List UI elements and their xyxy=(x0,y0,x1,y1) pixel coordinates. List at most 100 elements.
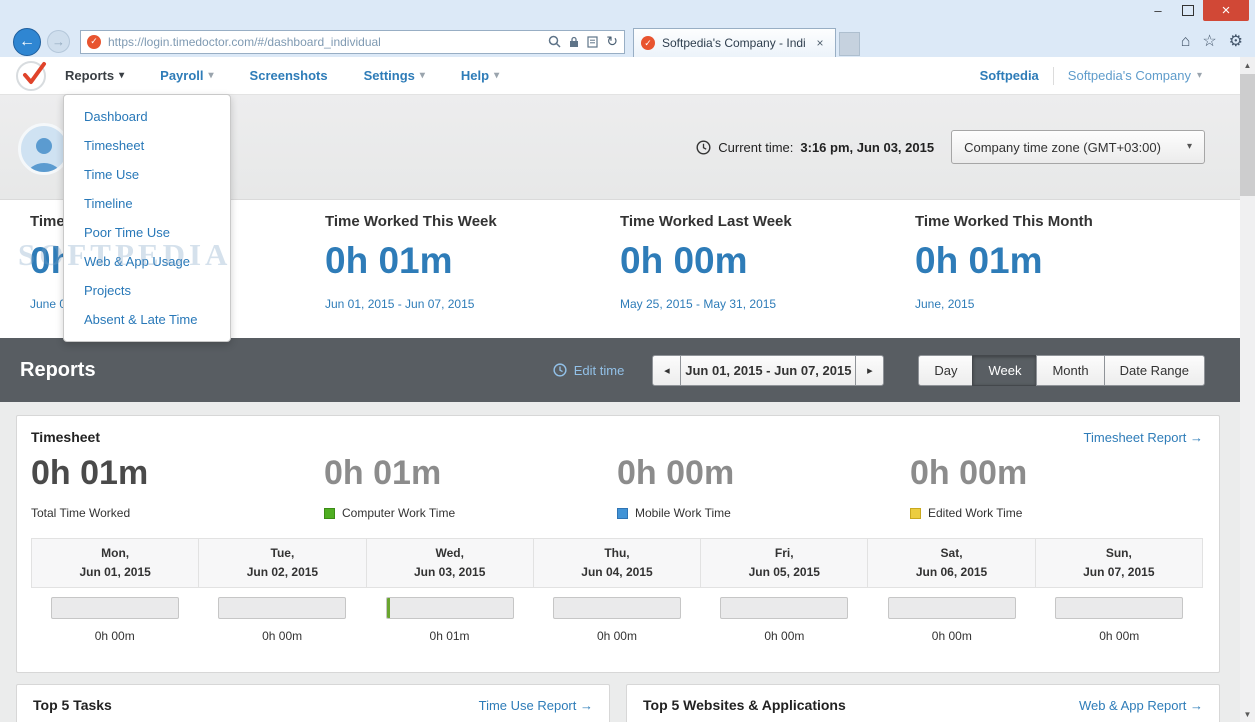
next-period-button[interactable]: ▸ xyxy=(855,354,885,386)
view-day-button[interactable]: Day xyxy=(918,354,974,386)
address-bar[interactable]: ✓ https://login.timedoctor.com/#/dashboa… xyxy=(80,29,625,54)
settings-gear-icon[interactable]: ⚙ xyxy=(1229,33,1243,50)
window-controls: – × xyxy=(1143,0,1249,21)
account-name[interactable]: Softpedia xyxy=(980,68,1039,83)
time-use-report-link[interactable]: Time Use Report → xyxy=(479,698,593,713)
maximize-button[interactable] xyxy=(1173,0,1203,21)
day-bar-fill xyxy=(386,598,391,618)
timedoctor-logo[interactable] xyxy=(16,60,46,91)
nav-divider xyxy=(1052,66,1054,85)
date-navigation: ◂ Jun 01, 2015 - Jun 07, 2015 ▸ xyxy=(652,354,885,386)
date-range-label[interactable]: Jun 01, 2015 - Jun 07, 2015 xyxy=(680,354,857,386)
company-selector[interactable]: Softpedia's Company ▾ xyxy=(1068,68,1202,83)
menu-reports[interactable]: Reports ▾ xyxy=(65,68,124,83)
browser-toolbar: ← → ✓ https://login.timedoctor.com/#/das… xyxy=(0,26,1255,57)
mobile-time-legend-icon xyxy=(617,507,628,519)
menu-item-dashboard[interactable]: Dashboard xyxy=(64,102,230,131)
reports-toolbar: Reports Edit time ◂ Jun 01, 2015 - Jun 0… xyxy=(0,338,1240,402)
summary-label: Computer Work Time xyxy=(324,506,617,520)
web-app-report-link[interactable]: Web & App Report → xyxy=(1079,698,1203,713)
scrollbar-thumb[interactable] xyxy=(1240,74,1255,196)
timesheet-day-bars xyxy=(31,597,1203,619)
menu-item-timesheet[interactable]: Timesheet xyxy=(64,131,230,160)
menu-payroll[interactable]: Payroll ▾ xyxy=(160,68,213,83)
home-icon[interactable]: ⌂ xyxy=(1181,33,1191,50)
forward-button[interactable]: → xyxy=(47,30,70,53)
day-date: Jun 07, 2015 xyxy=(1083,565,1155,579)
summary-label: Total Time Worked xyxy=(31,506,324,520)
day-bar xyxy=(552,597,681,619)
menu-screenshots[interactable]: Screenshots xyxy=(250,68,328,83)
browser-tab[interactable]: ✓ Softpedia's Company - Indi... × xyxy=(633,28,836,57)
menu-item-absent-late-time[interactable]: Absent & Late Time xyxy=(64,305,230,334)
tab-close-button[interactable]: × xyxy=(812,35,828,51)
new-tab-button[interactable] xyxy=(839,32,860,56)
scroll-up-arrow[interactable]: ▲ xyxy=(1240,57,1255,73)
caret-down-icon: ▾ xyxy=(208,69,214,81)
menu-item-poor-time-use[interactable]: Poor Time Use xyxy=(64,218,230,247)
day-header: Sun, Jun 07, 2015 xyxy=(1034,538,1203,588)
day-bar xyxy=(218,597,347,619)
address-bar-icons: ↻ xyxy=(548,33,618,50)
menu-help[interactable]: Help ▾ xyxy=(461,68,499,83)
stat-time-worked-this-week: Time Worked This Week 0h 01m Jun 01, 201… xyxy=(325,200,620,338)
day-name: Thu, xyxy=(604,546,630,561)
view-date-range-button[interactable]: Date Range xyxy=(1103,354,1205,386)
caret-down-icon: ▾ xyxy=(119,69,125,81)
stat-time-worked-this-month: Time Worked This Month 0h 01m June, 2015 xyxy=(915,200,1210,338)
timesheet-report-link[interactable]: Timesheet Report → xyxy=(1084,430,1203,445)
menu-item-projects[interactable]: Projects xyxy=(64,276,230,305)
minimize-button[interactable]: – xyxy=(1143,0,1173,21)
lock-icon[interactable] xyxy=(569,36,579,48)
caret-down-icon: ▾ xyxy=(419,69,425,81)
day-value: 0h 00m xyxy=(764,629,805,643)
summary-value: 0h 00m xyxy=(910,454,1028,492)
top-websites-title: Top 5 Websites & Applications xyxy=(643,697,846,713)
scroll-down-arrow[interactable]: ▼ xyxy=(1240,706,1255,722)
close-button[interactable]: × xyxy=(1203,0,1249,21)
day-value: 0h 00m xyxy=(262,629,303,643)
compatibility-view-icon[interactable] xyxy=(587,35,598,48)
summary-value: 0h 01m xyxy=(324,454,442,492)
summary-value: 0h 00m xyxy=(617,454,735,492)
tab-title: Softpedia's Company - Indi... xyxy=(662,36,806,50)
company-name: Softpedia's Company xyxy=(1067,68,1191,83)
day-date: Jun 03, 2015 xyxy=(414,565,486,579)
caret-down-icon: ▾ xyxy=(494,69,500,81)
menu-item-time-use[interactable]: Time Use xyxy=(64,160,230,189)
summary-value: 0h 01m xyxy=(31,454,149,492)
timesheet-panel-header: Timesheet Timesheet Report → xyxy=(31,429,1203,445)
stat-period: May 25, 2015 - May 31, 2015 xyxy=(620,297,777,311)
day-bar xyxy=(1055,597,1184,619)
stat-title: Time Worked This Month xyxy=(915,213,1093,230)
edit-time-link[interactable]: Edit time xyxy=(553,363,624,378)
timesheet-summary: 0h 01m Total Time Worked 0h 01m Computer… xyxy=(31,454,1203,520)
current-time: Current time: 3:16 pm, Jun 03, 2015 xyxy=(696,140,934,155)
menu-item-timeline[interactable]: Timeline xyxy=(64,189,230,218)
day-bar-cell xyxy=(366,597,533,619)
summary-label-text: Edited Work Time xyxy=(928,506,1023,520)
day-name: Fri, xyxy=(774,546,794,561)
summary-label-text: Computer Work Time xyxy=(342,506,456,520)
day-header: Fri, Jun 05, 2015 xyxy=(700,538,869,588)
back-button[interactable]: ← xyxy=(13,27,41,56)
person-icon xyxy=(27,138,61,172)
content-area: Timesheet Timesheet Report → 0h 01m Tota… xyxy=(0,402,1240,722)
logo-check-icon xyxy=(23,61,46,84)
prev-period-button[interactable]: ◂ xyxy=(652,354,682,386)
menu-item-web-app-usage[interactable]: Web & App Usage xyxy=(64,247,230,276)
view-month-button[interactable]: Month xyxy=(1036,354,1105,386)
summary-label-text: Total Time Worked xyxy=(31,506,131,520)
search-icon[interactable] xyxy=(548,35,561,48)
page-scrollbar[interactable]: ▲ ▼ xyxy=(1240,57,1255,722)
current-time-label: Current time: xyxy=(718,139,794,155)
bottom-panels: Top 5 Tasks Time Use Report → Top 5 Webs… xyxy=(16,684,1220,722)
favorites-star-icon[interactable]: ☆ xyxy=(1202,33,1216,50)
timezone-label: Company time zone (GMT+03:00) xyxy=(964,139,1161,155)
timezone-selector[interactable]: Company time zone (GMT+03:00) ▾ xyxy=(951,130,1205,164)
view-week-button[interactable]: Week xyxy=(972,354,1038,386)
refresh-icon[interactable]: ↻ xyxy=(606,33,618,50)
summary-total: 0h 01m Total Time Worked xyxy=(31,454,324,520)
menu-settings[interactable]: Settings ▾ xyxy=(364,68,425,83)
computer-time-legend-icon xyxy=(324,507,335,519)
